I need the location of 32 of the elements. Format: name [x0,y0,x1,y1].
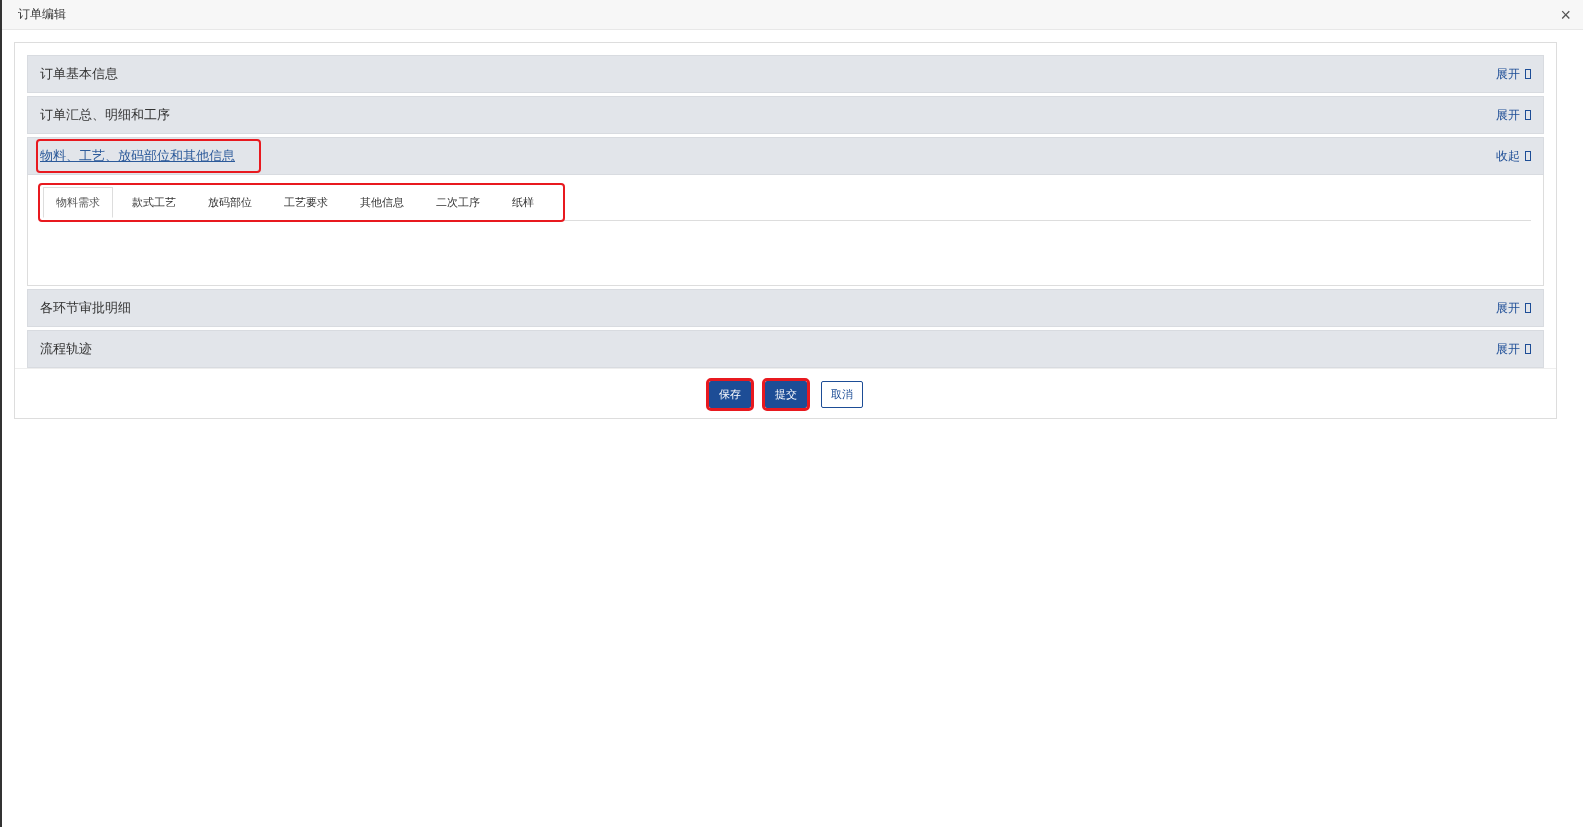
tab[interactable]: 物料需求 [43,187,113,218]
section-header[interactable]: 流程轨迹 展开 [27,330,1544,368]
toggle-link[interactable]: 展开 [1496,65,1520,83]
window-title: 订单编辑 [18,6,66,23]
close-button[interactable]: × [1560,5,1571,24]
square-icon [1525,69,1531,79]
section-title[interactable]: 流程轨迹 [38,334,1496,364]
primary-button[interactable]: 提交 [764,381,807,408]
square-icon [1525,344,1531,354]
tab[interactable]: 放码部位 [195,187,265,218]
section-header[interactable]: 订单汇总、明细和工序 展开 [27,96,1544,134]
section-title[interactable]: 各环节审批明细 [38,293,1496,323]
toggle-link[interactable]: 展开 [1496,106,1520,124]
toggle-link[interactable]: 收起 [1496,147,1520,165]
tab[interactable]: 二次工序 [423,187,493,218]
square-icon [1525,303,1531,313]
section-title[interactable]: 订单汇总、明细和工序 [38,100,1496,130]
tab[interactable]: 工艺要求 [271,187,341,218]
section-title[interactable]: 物料、工艺、放码部位和其他信息 [38,141,259,171]
section-header[interactable]: 订单基本信息 展开 [27,55,1544,93]
section-title[interactable]: 订单基本信息 [38,59,1496,89]
section-header[interactable]: 物料、工艺、放码部位和其他信息 收起 [27,137,1544,175]
square-icon [1525,151,1531,161]
toggle-link[interactable]: 展开 [1496,299,1520,317]
tab[interactable]: 纸样 [499,187,547,218]
cancel-button[interactable]: 取消 [820,381,863,408]
tab[interactable]: 款式工艺 [119,187,189,218]
toggle-link[interactable]: 展开 [1496,340,1520,358]
tab[interactable]: 其他信息 [347,187,417,218]
primary-button[interactable]: 保存 [708,381,751,408]
section-header[interactable]: 各环节审批明细 展开 [27,289,1544,327]
square-icon [1525,110,1531,120]
